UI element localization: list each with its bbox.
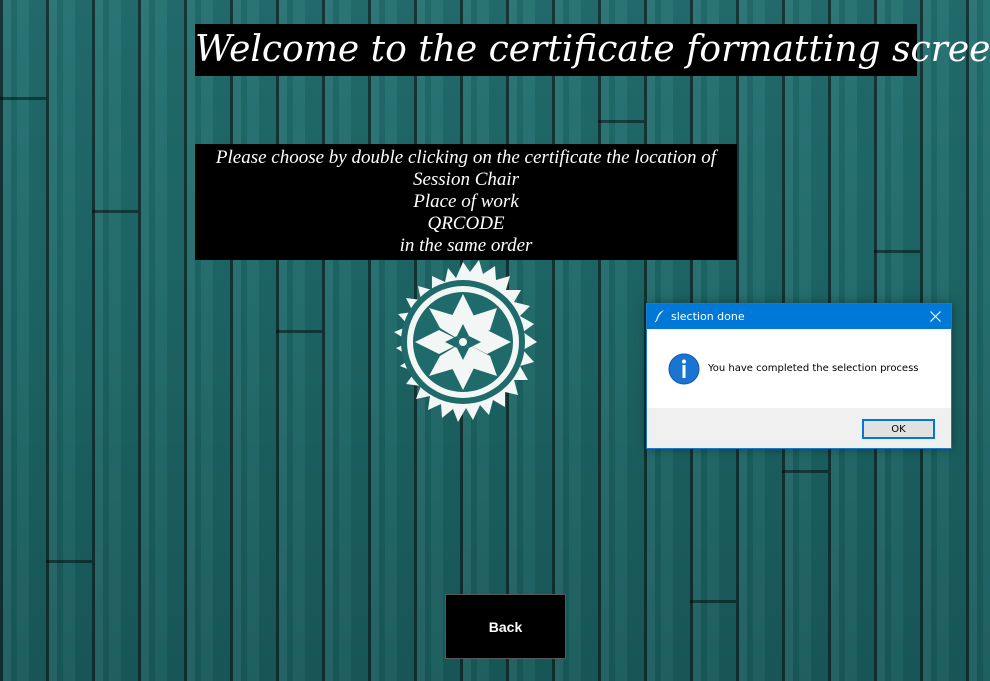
wood-seam	[782, 470, 828, 473]
page-title: Welcome to the certificate formatting sc…	[195, 24, 990, 76]
dialog-body: You have completed the selection process	[647, 329, 951, 408]
feather-icon	[654, 310, 664, 323]
instruction-line: Please choose by double clicking on the …	[215, 147, 717, 168]
dialog-message: You have completed the selection process	[708, 363, 919, 374]
wood-seam	[92, 210, 138, 213]
dialog-titlebar[interactable]: slection done	[647, 304, 951, 329]
dialog-title: slection done	[671, 310, 745, 323]
instructions-panel: Please choose by double clicking on the …	[195, 144, 737, 260]
selection-done-dialog: slection done You have completed the sel…	[646, 303, 952, 449]
info-icon	[668, 353, 700, 385]
instruction-line: in the same order	[399, 235, 533, 256]
back-button[interactable]: Back	[445, 594, 566, 659]
geometric-star-emblem-icon	[394, 260, 537, 422]
wood-seam	[0, 97, 46, 100]
wood-seam	[46, 560, 92, 563]
wood-seam	[874, 250, 920, 253]
instruction-line: QRCODE	[427, 213, 505, 234]
close-icon	[929, 311, 941, 322]
instruction-line: Session Chair	[412, 169, 520, 190]
dialog-close-button[interactable]	[919, 304, 951, 329]
ok-button[interactable]: OK	[862, 419, 935, 439]
instruction-line: Place of work	[413, 191, 519, 212]
wood-seam	[598, 120, 644, 123]
wood-seam	[690, 600, 736, 603]
wood-seam	[276, 330, 322, 333]
